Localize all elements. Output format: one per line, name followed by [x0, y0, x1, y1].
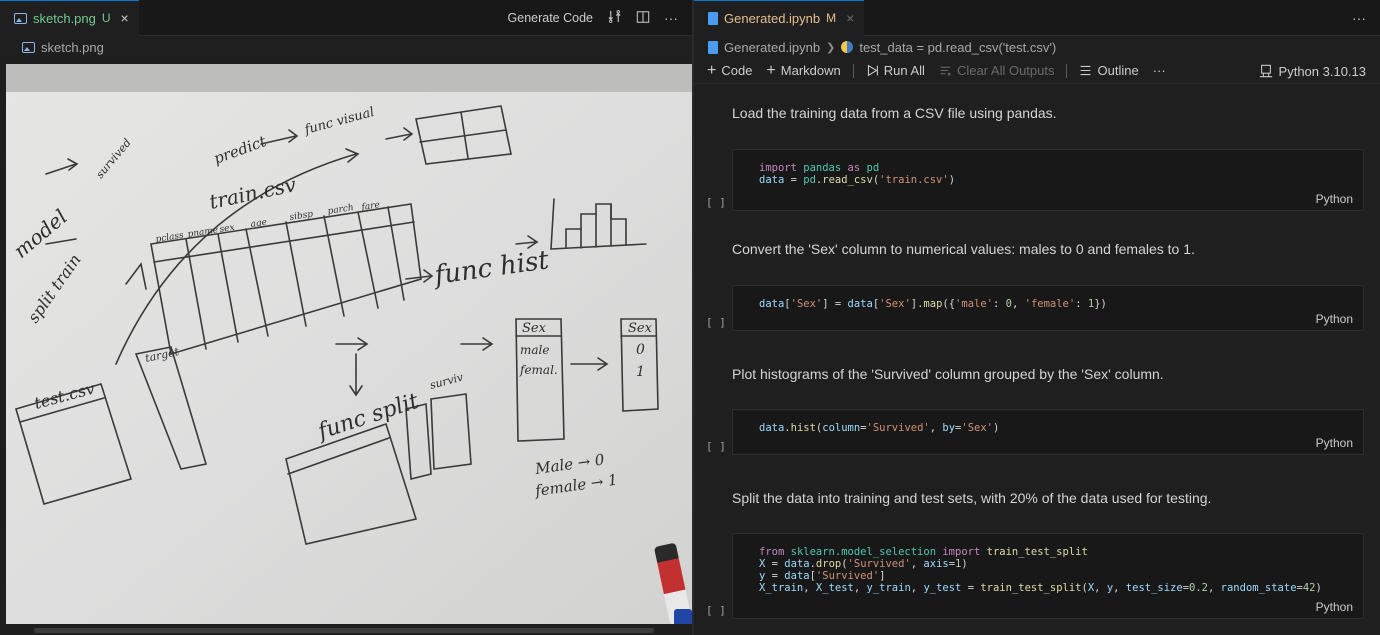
outline-icon: [1081, 65, 1091, 76]
toolbar-separator: [852, 63, 854, 78]
left-editor-actions: Generate Code ···: [508, 0, 678, 36]
label-zero: 0: [636, 342, 645, 358]
add-code-label: Code: [721, 63, 753, 78]
execution-count: [ ]: [706, 604, 726, 617]
tab-close-icon[interactable]: ×: [846, 10, 854, 26]
outline-button[interactable]: Outline: [1074, 63, 1143, 78]
execution-count: [ ]: [706, 196, 726, 209]
kernel-picker[interactable]: Python 3.10.13: [1259, 58, 1366, 84]
markdown-cell-4[interactable]: Split the data into training and test se…: [732, 490, 1211, 506]
more-actions-icon[interactable]: ···: [664, 10, 678, 26]
image-icon: [22, 41, 35, 53]
clear-all-outputs-button[interactable]: Clear All Outputs: [934, 63, 1060, 78]
label-femal: femal.: [519, 363, 558, 377]
tab-close-icon[interactable]: ×: [121, 10, 129, 26]
generate-code-button[interactable]: Generate Code: [508, 11, 593, 25]
code-content[interactable]: from sklearn.model_selection import trai…: [733, 534, 1363, 594]
cell-language[interactable]: Python: [1316, 600, 1353, 614]
left-tab-bar: sketch.png U × Generate Code ···: [0, 0, 692, 36]
image-editor-pane: sketch.png U × Generate Code ··· sketch.…: [0, 0, 692, 635]
tab-filename: sketch.png: [33, 10, 96, 26]
notebook-toolbar: + Code + Markdown Run All Clear All Outp…: [694, 58, 1380, 84]
plus-icon: +: [766, 61, 776, 79]
add-markdown-cell-button[interactable]: + Markdown: [761, 62, 845, 80]
notebook-icon: [708, 11, 718, 25]
breadcrumb-file[interactable]: Generated.ipynb: [724, 40, 820, 55]
code-cell-2[interactable]: data['Sex'] = data['Sex'].map({'male': 0…: [732, 285, 1364, 331]
run-all-icon: [867, 64, 878, 77]
plus-icon: +: [707, 61, 717, 79]
outline-label: Outline: [1097, 63, 1139, 78]
label-one: 1: [636, 364, 645, 380]
whiteboard-sketch: train.csv func hist Sex male femal. Sex …: [6, 64, 692, 624]
image-icon: [14, 12, 27, 24]
right-editor-actions: ···: [1352, 0, 1366, 36]
tab-generated-ipynb[interactable]: Generated.ipynb M ×: [694, 0, 865, 36]
code-content[interactable]: import pandas as pd data = pd.read_csv('…: [733, 150, 1363, 186]
markdown-cell-2[interactable]: Convert the 'Sex' column to numerical va…: [732, 241, 1195, 257]
toolbar-more-button[interactable]: ···: [1148, 63, 1171, 78]
right-breadcrumb: Generated.ipynb ❯ test_data = pd.read_cs…: [694, 36, 1380, 58]
run-all-label: Run All: [883, 63, 925, 78]
kernel-icon: [1259, 64, 1272, 78]
label-sex-2: Sex: [628, 321, 653, 336]
tab-sketch-png[interactable]: sketch.png U ×: [0, 0, 139, 36]
kernel-label: Python 3.10.13: [1278, 63, 1366, 79]
compare-changes-icon[interactable]: [607, 9, 622, 27]
blue-marker: [674, 609, 692, 624]
add-code-cell-button[interactable]: + Code: [702, 62, 757, 80]
clear-all-label: Clear All Outputs: [956, 63, 1055, 78]
clear-all-icon: [940, 66, 951, 76]
execution-count: [ ]: [706, 440, 726, 453]
notebook-editor-pane: Generated.ipynb M × ··· Generated.ipynb …: [694, 0, 1380, 635]
code-cell-4[interactable]: from sklearn.model_selection import trai…: [732, 533, 1364, 619]
cell-language[interactable]: Python: [1316, 192, 1353, 206]
horizontal-scrollbar[interactable]: [34, 628, 654, 633]
left-breadcrumb: sketch.png: [0, 36, 692, 58]
toolbar-more-label: ···: [1152, 63, 1166, 78]
code-cell-3[interactable]: data.hist(column='Survived', by='Sex') P…: [732, 409, 1364, 455]
split-editor-icon[interactable]: [636, 10, 650, 27]
add-markdown-label: Markdown: [780, 63, 841, 78]
chevron-right-icon: ❯: [826, 41, 836, 54]
code-content[interactable]: data.hist(column='Survived', by='Sex'): [733, 410, 1363, 434]
more-actions-icon[interactable]: ···: [1352, 10, 1366, 26]
code-cell-1[interactable]: import pandas as pd data = pd.read_csv('…: [732, 149, 1364, 211]
run-all-button[interactable]: Run All: [861, 63, 930, 78]
breadcrumb-file[interactable]: sketch.png: [41, 40, 104, 55]
notebook-icon: [708, 40, 718, 54]
markdown-cell-1[interactable]: Load the training data from a CSV file u…: [732, 105, 1057, 121]
execution-count: [ ]: [706, 316, 726, 329]
code-content[interactable]: data['Sex'] = data['Sex'].map({'male': 0…: [733, 286, 1363, 310]
label-male: male: [520, 343, 549, 357]
breadcrumb-symbol[interactable]: test_data = pd.read_csv('test.csv'): [859, 40, 1056, 55]
right-tab-bar: Generated.ipynb M × ···: [694, 0, 1380, 36]
toolbar-separator: [1066, 63, 1068, 78]
markdown-cell-3[interactable]: Plot histograms of the 'Survived' column…: [732, 366, 1164, 382]
whiteboard-image: train.csv func hist Sex male femal. Sex …: [6, 64, 692, 624]
cell-language[interactable]: Python: [1316, 312, 1353, 326]
tab-status-untracked: U: [101, 11, 111, 25]
python-icon: [841, 41, 854, 53]
notebook-cells: Load the training data from a CSV file u…: [694, 88, 1380, 635]
tab-filename: Generated.ipynb: [724, 10, 821, 26]
label-sex-1: Sex: [522, 321, 547, 336]
tab-status-modified: M: [826, 11, 837, 25]
cell-language[interactable]: Python: [1316, 436, 1353, 450]
